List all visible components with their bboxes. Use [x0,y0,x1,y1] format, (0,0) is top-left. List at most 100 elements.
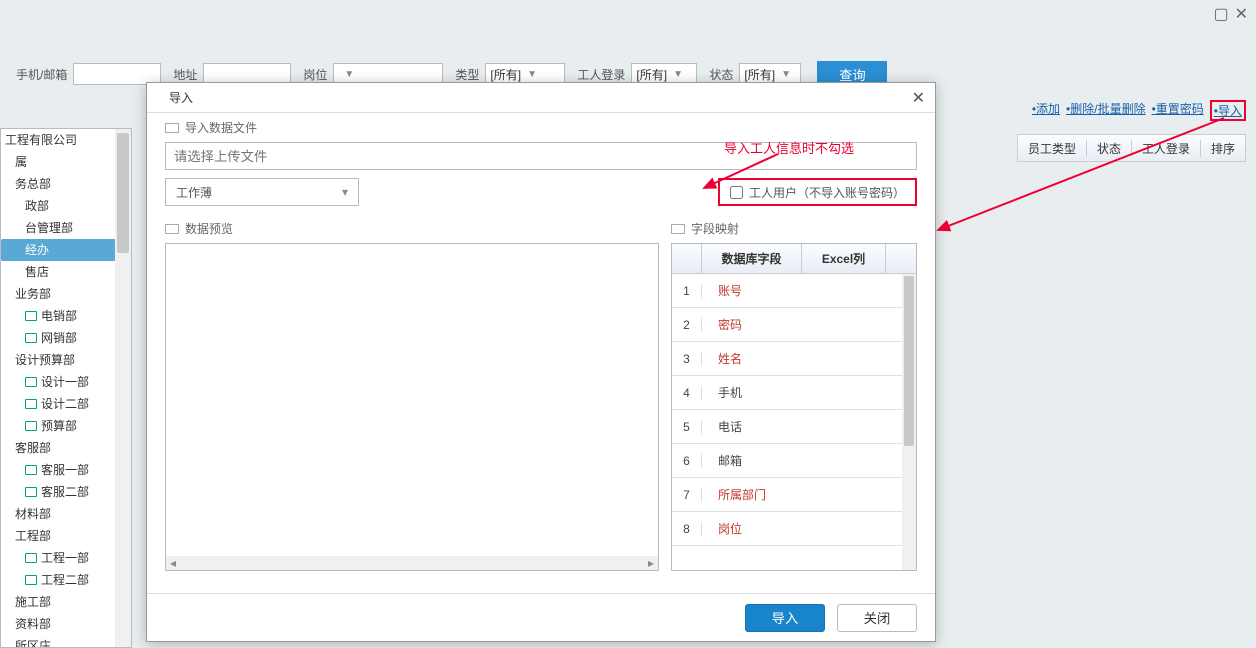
map-row-field: 所属部门 [702,486,802,503]
tree-item-label: 客服部 [15,437,51,459]
tree-scrollbar[interactable] [115,129,131,647]
tree-item-label: 售店 [25,261,49,283]
tree-item-label: 经办 [25,239,49,261]
data-preview-pane: ◂▸ [165,243,659,571]
tree-item[interactable]: 台管理部 [1,217,131,239]
tree-item[interactable]: 客服二部 [1,481,131,503]
tree-item[interactable]: 所区庄 [1,635,131,648]
tree-item[interactable]: 网销部 [1,327,131,349]
map-row-index: 3 [672,352,702,366]
map-row[interactable]: 1账号 [672,274,902,308]
scroll-left-icon[interactable]: ◂ [166,556,180,570]
tree-item[interactable]: 客服部 [1,437,131,459]
chevron-down-icon: ▼ [527,69,537,80]
import-link[interactable]: •导入 [1210,100,1246,121]
map-row[interactable]: 3姓名 [672,342,902,376]
tree-item[interactable]: 售店 [1,261,131,283]
map-row-index: 4 [672,386,702,400]
worker-user-checkbox-group[interactable]: 工人用户（不导入账号密码） [718,178,917,206]
map-row-field: 电话 [702,418,802,435]
close-button[interactable]: 关闭 [837,604,917,632]
map-head-dbfield: 数据库字段 [702,244,802,273]
tree-item[interactable]: 预算部 [1,415,131,437]
department-tree: 工程有限公司属务总部政部台管理部经办售店业务部电销部网销部设计预算部设计一部设计… [0,128,132,648]
workbook-label: 工作薄 [176,184,212,201]
modal-footer: 导入 关闭 [147,593,935,641]
type-label: 类型 [455,66,479,83]
table-column-headers: 员工类型 状态 工人登录 排序 [1017,134,1246,162]
tree-item-label: 客服一部 [41,459,89,481]
folder-icon [25,575,37,585]
tree-item-label: 设计预算部 [15,349,75,371]
folder-icon [25,377,37,387]
tree-item[interactable]: 设计预算部 [1,349,131,371]
reset-password-link[interactable]: •重置密码 [1152,100,1204,121]
tree-item[interactable]: 资料部 [1,613,131,635]
preview-section-title: 数据预览 [185,220,233,237]
tree-item[interactable]: 客服一部 [1,459,131,481]
field-mapping-table: 数据库字段 Excel列 1账号2密码3姓名4手机5电话6邮箱7所属部门8岗位 [671,243,917,571]
col-worker-login: 工人登录 [1131,140,1200,157]
tree-item-label: 电销部 [41,305,77,327]
tree-item[interactable]: 设计一部 [1,371,131,393]
mapping-section-header: 字段映射 [671,214,917,243]
h-scrollbar[interactable]: ◂▸ [166,556,658,570]
tree-item-label: 资料部 [15,613,51,635]
tree-item[interactable]: 经办 [1,239,131,261]
col-status: 状态 [1086,140,1131,157]
tree-item-label: 设计二部 [41,393,89,415]
tree-item[interactable]: 业务部 [1,283,131,305]
delete-link[interactable]: •删除/批量删除 [1066,100,1146,121]
upload-section-title: 导入数据文件 [185,119,257,136]
map-row[interactable]: 5电话 [672,410,902,444]
map-row-field: 手机 [702,384,802,401]
worker-login-value: [所有] [636,66,667,83]
map-row[interactable]: 7所属部门 [672,478,902,512]
map-row[interactable]: 2密码 [672,308,902,342]
worker-login-label: 工人登录 [577,66,625,83]
tree-item[interactable]: 工程二部 [1,569,131,591]
map-scrollbar[interactable] [902,274,916,570]
scrollbar-thumb[interactable] [904,276,914,446]
modal-close-icon[interactable]: ✕ [912,88,925,108]
tree-item-label: 台管理部 [25,217,73,239]
tree-item[interactable]: 工程部 [1,525,131,547]
map-row-index: 7 [672,488,702,502]
workbook-select[interactable]: 工作薄▾ [165,178,359,206]
worker-user-checkbox[interactable] [730,186,743,199]
tree-item[interactable]: 工程一部 [1,547,131,569]
map-row[interactable]: 6邮箱 [672,444,902,478]
map-row-index: 2 [672,318,702,332]
folder-icon [25,311,37,321]
tree-item[interactable]: 材料部 [1,503,131,525]
tree-item[interactable]: 设计二部 [1,393,131,415]
tree-item[interactable]: 政部 [1,195,131,217]
tree-item-label: 工程二部 [41,569,89,591]
window-minimize-icon[interactable]: ▢ [1213,4,1228,24]
type-value: [所有] [490,66,521,83]
map-row[interactable]: 8岗位 [672,512,902,546]
monitor-icon [671,224,685,234]
import-button[interactable]: 导入 [745,604,825,632]
tree-item[interactable]: 务总部 [1,173,131,195]
col-sort: 排序 [1200,140,1245,157]
scrollbar-thumb[interactable] [117,133,129,253]
tree-item-label: 预算部 [41,415,77,437]
tree-item[interactable]: 工程有限公司 [1,129,131,151]
tree-item[interactable]: 施工部 [1,591,131,613]
tree-item-label: 政部 [25,195,49,217]
preview-section-header: 数据预览 [165,214,659,243]
tree-item[interactable]: 电销部 [1,305,131,327]
tree-item-label: 设计一部 [41,371,89,393]
mapping-section-title: 字段映射 [691,220,739,237]
map-row[interactable]: 4手机 [672,376,902,410]
address-label: 地址 [173,66,197,83]
folder-icon [25,465,37,475]
tree-item[interactable]: 属 [1,151,131,173]
window-close-icon[interactable]: ✕ [1235,4,1248,24]
add-link[interactable]: •添加 [1032,100,1060,121]
map-row-field: 账号 [702,282,802,299]
modal-title: 导入 [169,89,193,106]
scroll-right-icon[interactable]: ▸ [644,556,658,570]
chevron-down-icon: ▼ [344,69,354,80]
